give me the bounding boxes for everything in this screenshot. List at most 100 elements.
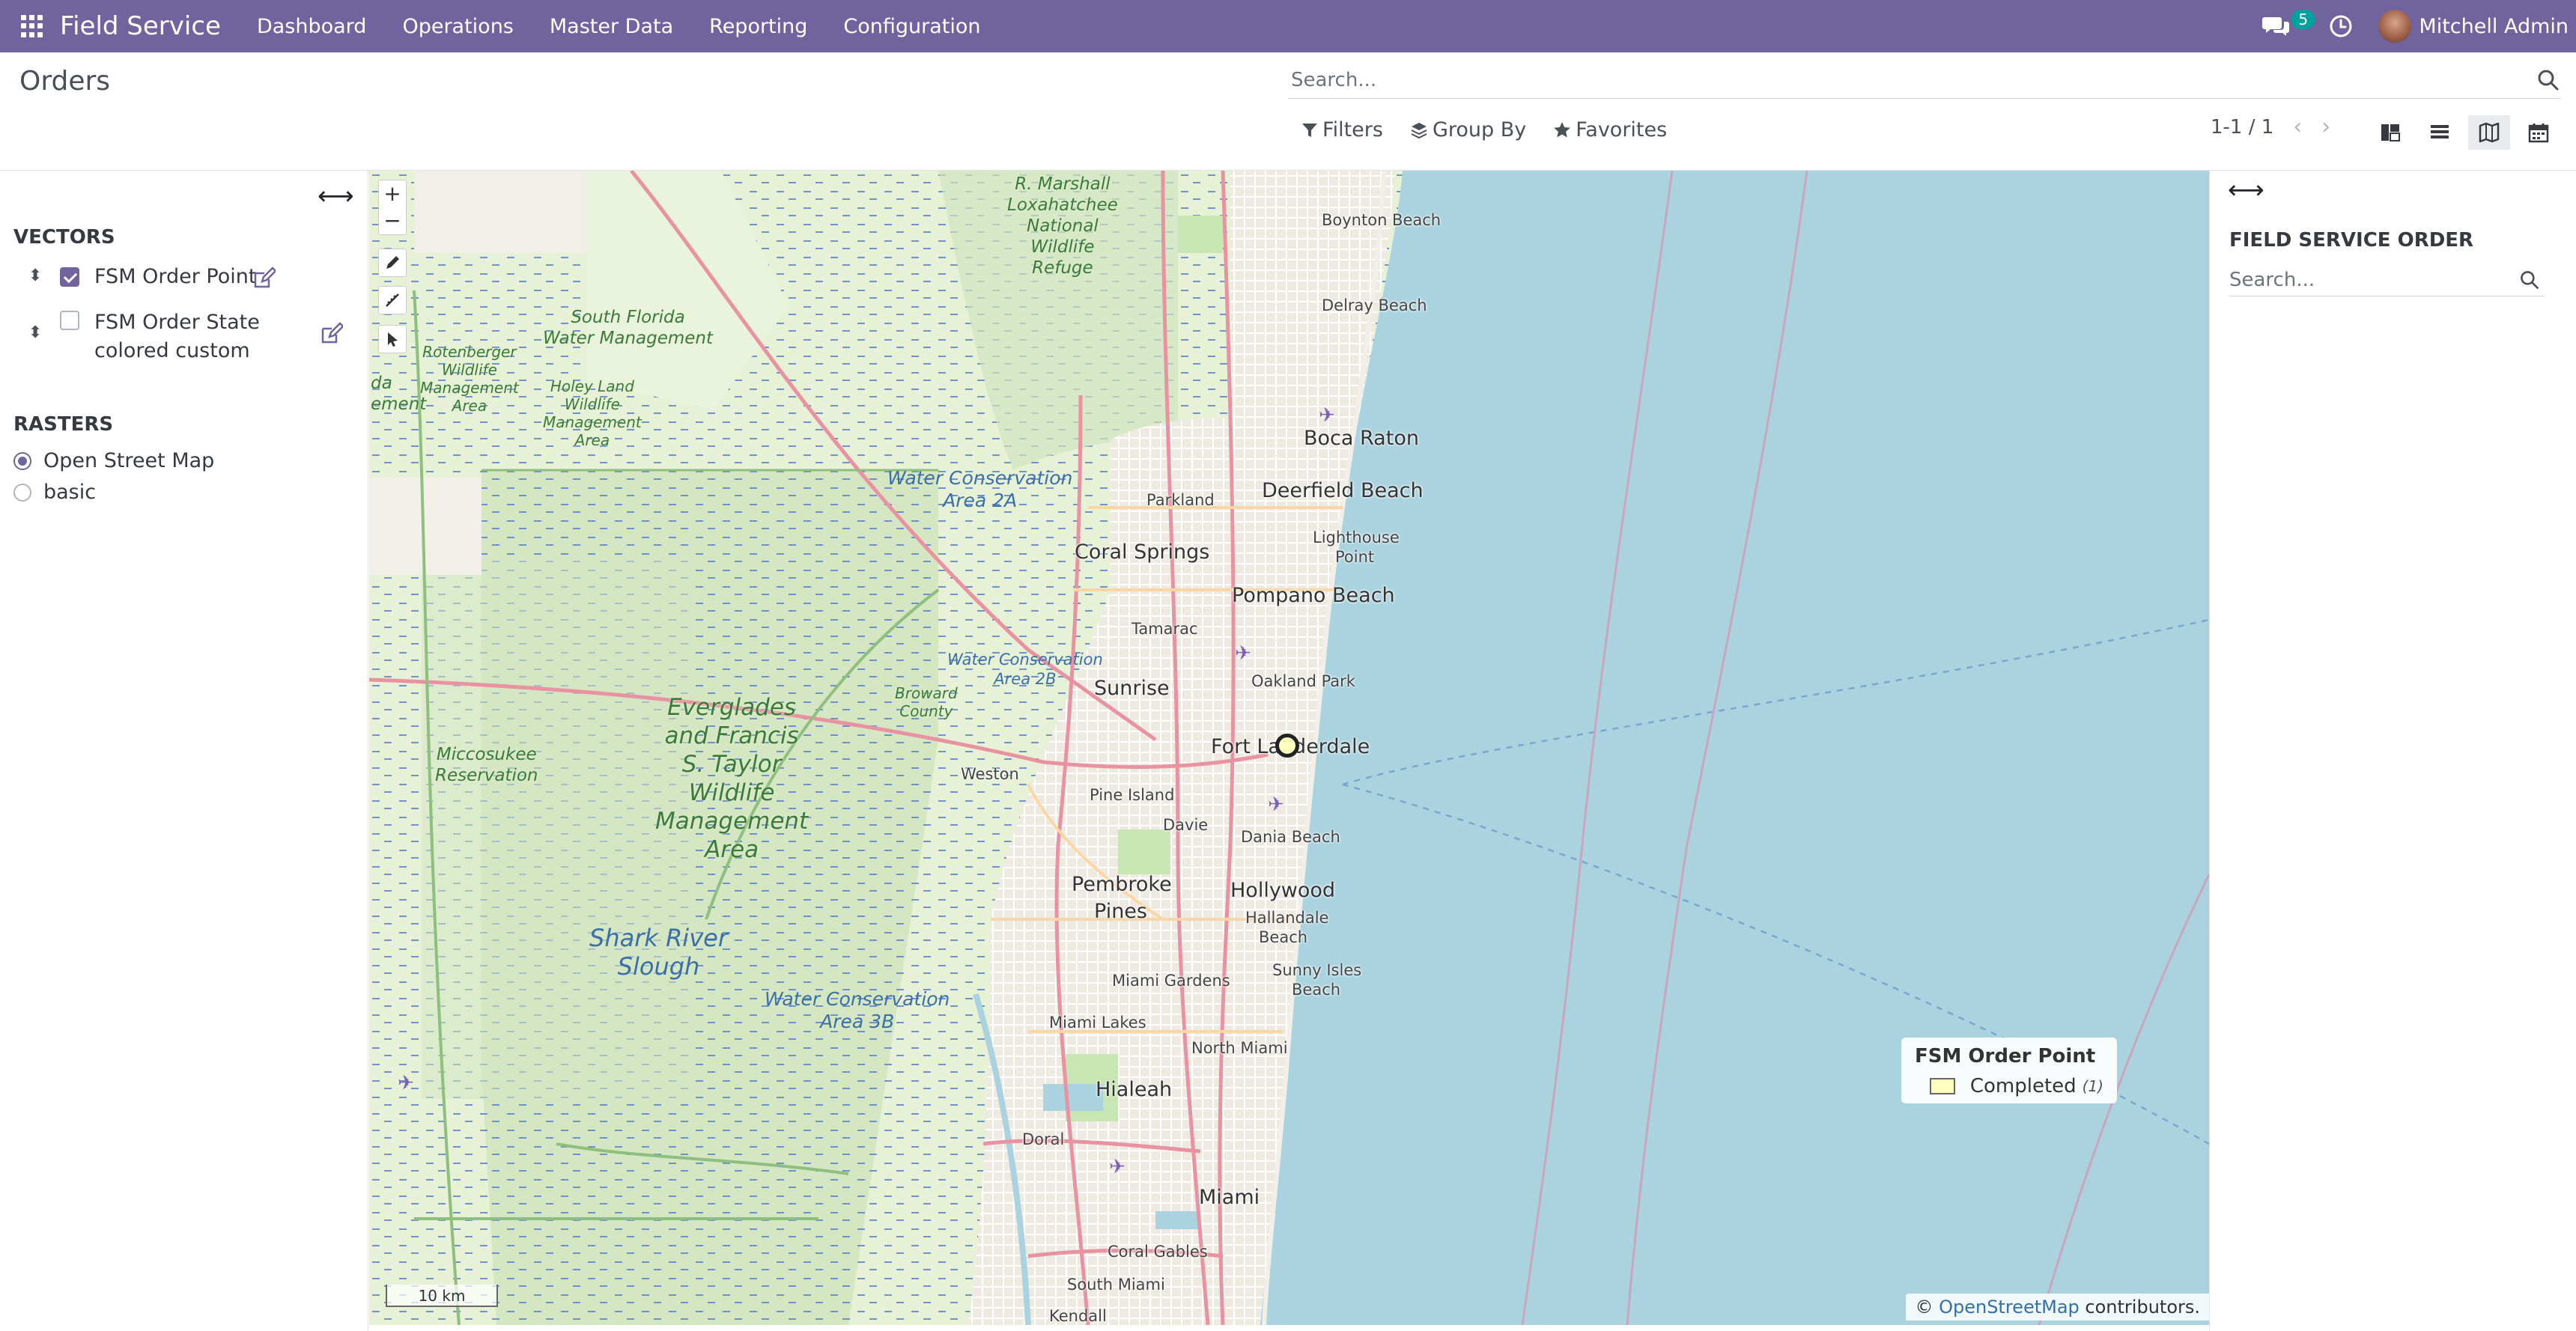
activity-clock-icon[interactable] <box>2326 11 2356 41</box>
map-label: Pine Island <box>1090 786 1175 804</box>
vector-layer-fsm-order-state: ⬍ FSM Order State colored custom <box>28 308 260 365</box>
legend-title: FSM Order Point <box>1915 1045 2096 1067</box>
map-label: Boynton Beach <box>1322 211 1442 229</box>
map-label: Coral Gables <box>1108 1243 1208 1261</box>
map-label: Rotenberger Wildlife Management Area <box>420 343 519 415</box>
raster-basic[interactable]: basic <box>13 481 96 504</box>
airport-icon: ✈ <box>398 1072 414 1094</box>
kanban-view-icon[interactable] <box>2369 115 2411 150</box>
favorites-button[interactable]: Favorites <box>1553 118 1667 141</box>
map-label-line: Area 2A <box>943 490 1018 511</box>
apps-menu-icon[interactable] <box>21 15 43 37</box>
drag-handle-icon[interactable]: ⬍ <box>28 265 43 287</box>
search-icon[interactable] <box>2518 269 2541 291</box>
airport-icon: ✈ <box>1109 1156 1126 1178</box>
record-search-input[interactable] <box>2229 268 2514 291</box>
scale-bar: 10 km <box>386 1285 498 1307</box>
search-icon[interactable] <box>2536 67 2561 93</box>
zoom-out-icon[interactable]: − <box>379 207 406 234</box>
map-label: R. Marshall Loxahatchee National Wildlif… <box>1007 174 1118 278</box>
map-label-line: Management <box>420 379 519 397</box>
pager-next-icon[interactable]: › <box>2321 114 2330 140</box>
group-by-button[interactable]: Group By <box>1410 118 1526 141</box>
control-panel: Orders Filters Group By Favorites 1-1 / … <box>0 52 2576 171</box>
map-label-line: Area <box>452 397 487 415</box>
pager-value[interactable]: 1-1 / 1 <box>2211 116 2273 138</box>
map-label: Water Conservation Area 2B <box>947 650 1103 689</box>
map-label: North Miami <box>1191 1039 1288 1057</box>
map-label: Holey Land Wildlife Management Area <box>543 377 642 449</box>
menu-dashboard[interactable]: Dashboard <box>239 15 384 38</box>
app-brand[interactable]: Field Service <box>60 11 221 41</box>
filters-button[interactable]: Filters <box>1301 118 1383 141</box>
drag-handle-icon[interactable]: ⬍ <box>28 322 43 344</box>
edit-layer-icon[interactable] <box>319 322 344 346</box>
raster-radio[interactable] <box>13 483 31 502</box>
edit-layer-icon[interactable] <box>252 266 277 290</box>
map-label: Pines <box>1094 900 1147 923</box>
navbar-systray: 5 Mitchell Admin <box>2261 0 2569 52</box>
messages-icon[interactable]: 5 <box>2261 10 2315 41</box>
raster-radio[interactable] <box>13 451 31 470</box>
map-label-line: Wildlife <box>564 395 620 413</box>
menu-master-data[interactable]: Master Data <box>532 15 691 38</box>
map-label-line: Wildlife <box>441 361 497 379</box>
map-label: Water Conservation Area 3B <box>765 988 950 1033</box>
calendar-view-icon[interactable] <box>2518 115 2560 150</box>
vector-layer-fsm-order-point: ⬍ FSM Order Point <box>28 265 256 288</box>
map-label-line: Loxahatchee <box>1007 195 1118 215</box>
map-label: Sunny Isles <box>1272 961 1362 979</box>
map-label: Deerfield Beach <box>1262 479 1424 502</box>
menu-operations[interactable]: Operations <box>384 15 531 38</box>
legend-item-label: Completed <box>1969 1075 2077 1097</box>
raster-label: Open Street Map <box>43 449 215 472</box>
record-panel-title: FIELD SERVICE ORDER <box>2229 229 2474 252</box>
map-label-line: South Florida <box>571 308 685 327</box>
search-options: Filters Group By Favorites <box>1301 118 1667 141</box>
map-label-line: National <box>1026 216 1099 236</box>
map-label: Beach <box>1292 981 1341 999</box>
layer-checkbox[interactable] <box>60 311 79 330</box>
map-label: Miami Lakes <box>1049 1014 1146 1032</box>
layers-panel: ⟷ VECTORS ⬍ FSM Order Point ⬍ FSM Order … <box>0 171 368 1331</box>
measure-ruler-icon[interactable] <box>378 286 407 314</box>
map-label-line: Miccosukee <box>436 745 537 764</box>
map-label: South Miami <box>1067 1276 1165 1294</box>
search-bar <box>1288 61 2561 99</box>
top-navbar: Field Service Dashboard Operations Maste… <box>0 0 2576 52</box>
openstreetmap-link[interactable]: OpenStreetMap <box>1939 1297 2080 1318</box>
map-view[interactable]: + − Boynton Beach Delray Beach Boca Rato… <box>369 171 2209 1325</box>
pager-previous-icon[interactable]: ‹ <box>2293 114 2302 140</box>
record-search-bar <box>2229 264 2544 296</box>
map-label: Miami Gardens <box>1112 972 1230 990</box>
list-view-icon[interactable] <box>2419 115 2461 150</box>
map-label-line: Area 3B <box>820 1011 895 1032</box>
order-point-marker[interactable] <box>1275 734 1299 758</box>
draw-pencil-icon[interactable] <box>378 249 407 277</box>
raster-open-street-map[interactable]: Open Street Map <box>13 449 214 472</box>
menu-reporting[interactable]: Reporting <box>691 15 825 38</box>
map-label: Dania Beach <box>1241 828 1340 846</box>
map-label-line: Water Conservation <box>947 651 1103 668</box>
layer-checkbox[interactable] <box>60 267 79 287</box>
map-label: Davie <box>1163 816 1209 834</box>
map-label: Weston <box>961 765 1019 783</box>
search-input[interactable] <box>1288 68 2501 91</box>
expand-panel-icon[interactable]: ⟷ <box>2228 175 2264 205</box>
user-name[interactable]: Mitchell Admin <box>2419 15 2569 38</box>
zoom-control: + − <box>378 180 407 235</box>
map-label: Broward County <box>895 684 958 720</box>
filter-icon <box>1302 123 1317 137</box>
map-label-line: Reservation <box>435 766 538 785</box>
map-label: Hallandale <box>1245 909 1329 927</box>
page-title[interactable]: Orders <box>19 66 110 97</box>
user-avatar[interactable] <box>2378 10 2412 43</box>
menu-configuration[interactable]: Configuration <box>825 15 998 38</box>
map-label: Pompano Beach <box>1232 584 1395 607</box>
zoom-in-icon[interactable]: + <box>379 180 406 207</box>
map-label-line: and Francis <box>664 722 799 749</box>
map-view-icon[interactable] <box>2468 115 2510 150</box>
collapse-panel-icon[interactable]: ⟷ <box>318 181 354 211</box>
select-cursor-icon[interactable] <box>378 325 407 353</box>
record-panel: ⟷ FIELD SERVICE ORDER <box>2209 171 2561 1331</box>
